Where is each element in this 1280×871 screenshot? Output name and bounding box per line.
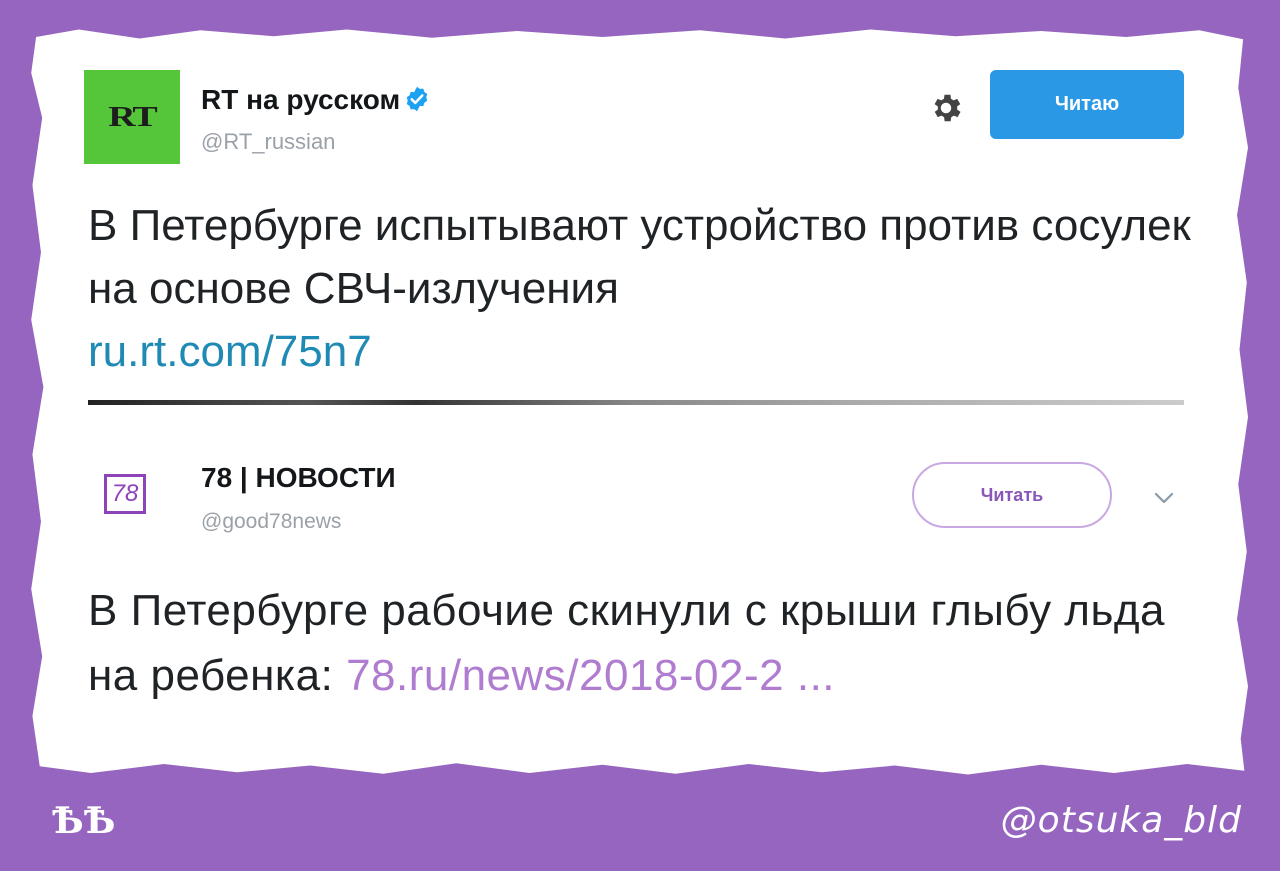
tweet1-author[interactable]: RT на русском [201, 84, 431, 116]
news78-avatar-text: 78 [111, 480, 139, 507]
following-button[interactable]: Читаю [990, 70, 1184, 139]
gear-icon[interactable] [928, 90, 964, 126]
news78-avatar[interactable]: 78 [104, 474, 146, 514]
author-watermark: @otsuka_bld [1000, 800, 1242, 841]
corner-mark: ѢѢ [52, 800, 116, 842]
tweet1-handle[interactable]: @RT_russian [201, 129, 335, 155]
tweet1-text: В Петербурге испытывают устройство проти… [88, 194, 1198, 383]
tweet2-text: В Петербурге рабочие скинули с крыши глы… [88, 578, 1198, 708]
tweet1-display-name[interactable]: RT на русском [201, 84, 400, 115]
image-preview-edge [88, 400, 1184, 405]
tweet2-handle[interactable]: @good78news [201, 510, 341, 534]
rt-avatar-text: RT [108, 101, 157, 133]
screenshot-paper: RT RT на русском @RT_russian Читаю В Пет… [31, 29, 1248, 775]
tweet1-body: В Петербурге испытывают устройство проти… [88, 201, 1191, 313]
chevron-down-icon[interactable] [1153, 491, 1175, 505]
follow-button[interactable]: Читать [912, 462, 1112, 528]
tweet2-display-name[interactable]: 78 | НОВОСТИ [201, 462, 396, 494]
tweet1-link[interactable]: ru.rt.com/75n7 [88, 327, 372, 376]
rt-avatar[interactable]: RT [84, 70, 180, 164]
verified-badge-icon [406, 86, 428, 111]
tweet2-link[interactable]: 78.ru/news/2018-02-2 ... [346, 651, 835, 700]
